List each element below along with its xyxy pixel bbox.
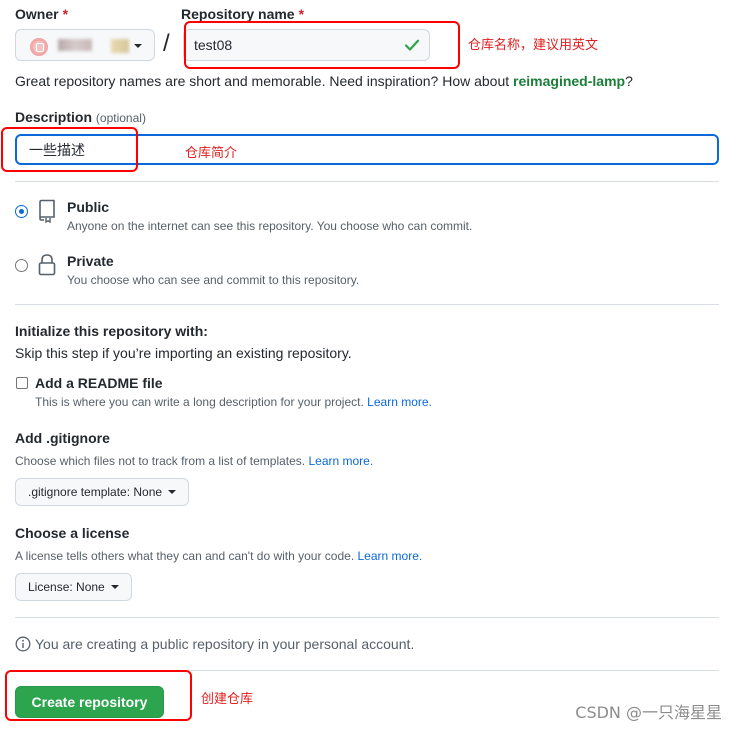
owner-select[interactable] (15, 29, 155, 61)
annotation-description: 仓库简介 (185, 146, 238, 161)
repo-icon (39, 199, 55, 223)
init-subtitle: Skip this step if you’re importing an ex… (15, 345, 352, 361)
repository-name-label: Repository name * (181, 6, 305, 22)
gitignore-template-select[interactable]: .gitignore template: None (15, 478, 190, 506)
required-mark: * (62, 6, 69, 22)
license-desc: A license tells others what they can and… (15, 549, 423, 563)
readme-learn-more-link[interactable]: Learn more. (367, 395, 432, 409)
owner-name-blurred (111, 39, 129, 53)
visibility-public-desc: Anyone on the internet can see this repo… (67, 219, 473, 233)
name-hint: Great repository names are short and mem… (15, 73, 633, 89)
divider (15, 181, 719, 182)
owner-repo-separator: / (163, 30, 170, 57)
visibility-private-radio[interactable] (15, 259, 28, 272)
gitignore-title: Add .gitignore (15, 430, 110, 446)
readme-title: Add a README file (35, 375, 163, 391)
divider (15, 304, 719, 305)
visibility-public-title: Public (67, 199, 110, 215)
annotation-create: 创建仓库 (201, 692, 254, 707)
required-mark: * (298, 6, 305, 22)
info-icon (15, 636, 31, 652)
lock-icon (38, 254, 56, 276)
annotation-box-description (1, 127, 138, 172)
init-title: Initialize this repository with: (15, 323, 208, 339)
name-suggestion-link[interactable]: reimagined-lamp (513, 73, 625, 89)
chevron-down-icon (134, 44, 142, 48)
license-learn-more-link[interactable]: Learn more. (358, 549, 423, 563)
visibility-private-title: Private (67, 253, 114, 269)
license-title: Choose a license (15, 525, 130, 541)
license-select[interactable]: License: None (15, 573, 132, 601)
watermark: CSDN @一只海星星 (575, 703, 722, 722)
gitignore-learn-more-link[interactable]: Learn more. (308, 454, 373, 468)
optional-tag: (optional) (95, 111, 146, 125)
visibility-private-desc: You choose who can see and commit to thi… (67, 273, 360, 287)
chevron-down-icon (110, 585, 119, 589)
public-notice: You are creating a public repository in … (35, 636, 415, 652)
avatar (30, 38, 48, 56)
description-label: Description (optional) (15, 109, 146, 125)
readme-checkbox[interactable] (16, 377, 28, 389)
divider (15, 617, 719, 618)
annotation-box-repo-name (184, 21, 460, 69)
annotation-repo-name: 仓库名称，建议用英文 (468, 38, 599, 53)
visibility-public-radio[interactable] (15, 205, 28, 218)
chevron-down-icon (168, 490, 177, 494)
annotation-box-create (5, 670, 192, 721)
owner-label: Owner * (15, 6, 69, 22)
readme-desc: This is where you can write a long descr… (35, 395, 432, 409)
gitignore-desc: Choose which files not to track from a l… (15, 454, 374, 468)
owner-name-blurred (58, 39, 92, 51)
